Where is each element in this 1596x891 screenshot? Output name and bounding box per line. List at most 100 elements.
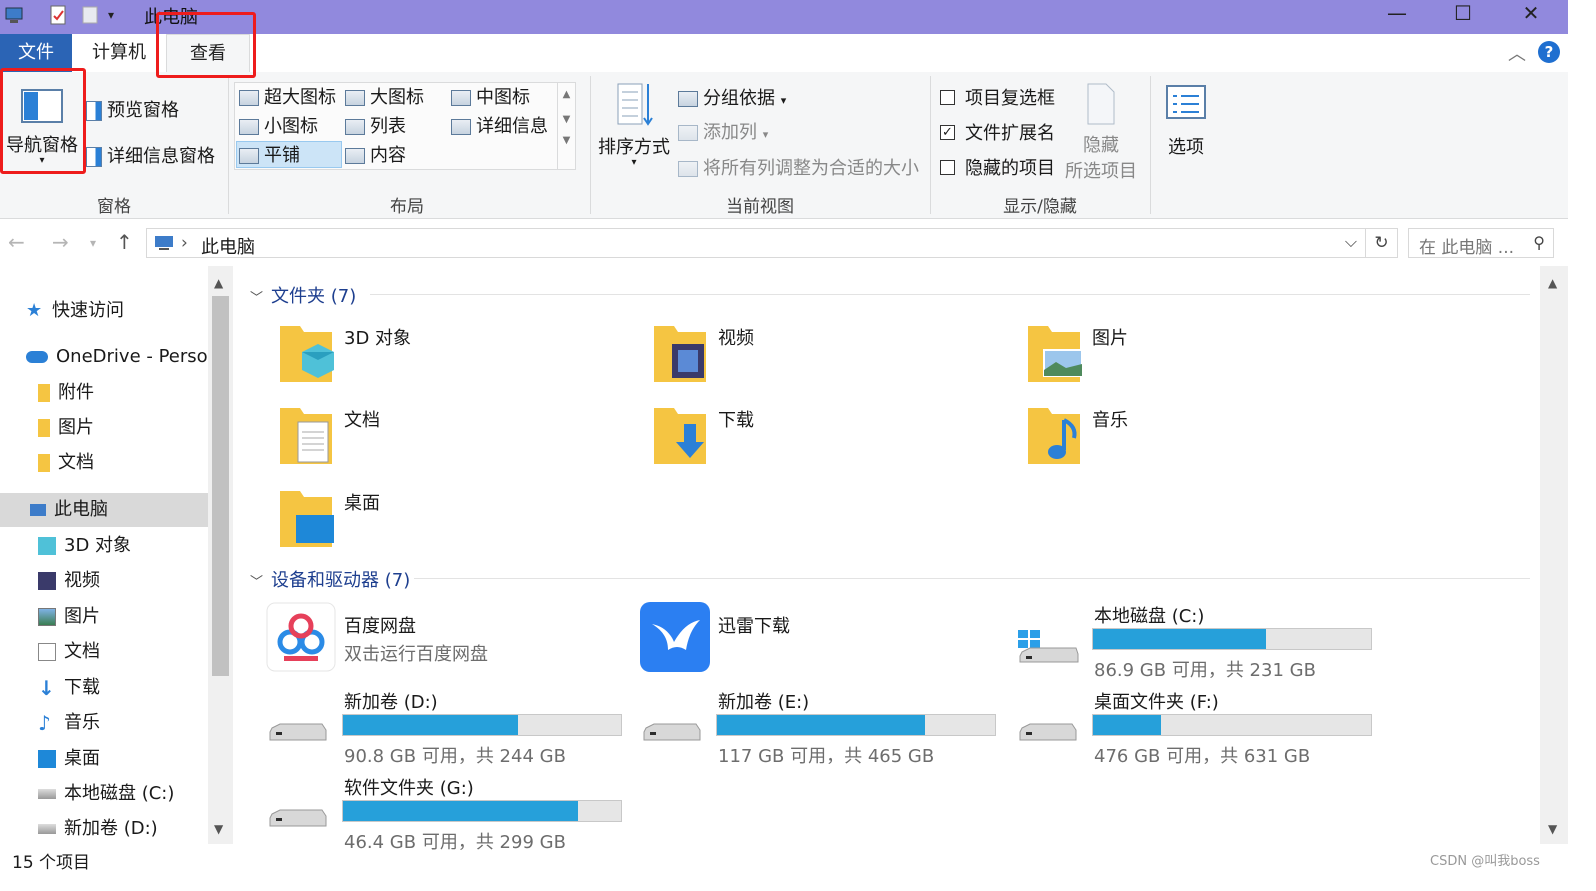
list-icon — [345, 119, 365, 135]
size-all-columns-button[interactable]: 将所有列调整为合适的大小 — [678, 154, 919, 180]
app-xunlei[interactable]: 迅雷下载 — [640, 602, 1000, 682]
drive-c[interactable]: 本地磁盘 (C:) 86.9 GB 可用，共 231 GB — [1016, 602, 1376, 682]
folder-videos[interactable]: 视频 — [650, 322, 1010, 402]
close-button[interactable]: ✕ — [1508, 0, 1554, 28]
sidebar-scroll-thumb[interactable] — [212, 296, 229, 676]
scroll-down-icon[interactable]: ▼ — [1548, 822, 1557, 836]
documents-folder-icon — [280, 408, 332, 464]
folder-downloads[interactable]: 下载 — [650, 404, 1010, 484]
app-baidu-netdisk[interactable]: 百度网盘 双击运行百度网盘 — [266, 602, 626, 682]
folders-section-header[interactable]: ﹀ 文件夹 (7) — [250, 282, 356, 308]
details-pane-button[interactable]: 详细信息窗格 — [86, 142, 215, 168]
layout-large-icons[interactable]: 大图标 — [343, 84, 424, 111]
gallery-more-icon[interactable]: ▼ — [558, 135, 575, 146]
layout-medium-icons[interactable]: 中图标 — [449, 84, 530, 111]
sidebar-scrollbar[interactable]: ▲ ▼ — [208, 266, 233, 844]
scroll-up-icon[interactable]: ▲ — [1548, 276, 1557, 290]
file-extensions-checkbox[interactable]: ✓ — [940, 124, 955, 140]
maximize-button[interactable]: ☐ — [1440, 0, 1486, 28]
drive-f[interactable]: 桌面文件夹 (F:) 476 GB 可用，共 631 GB — [1016, 688, 1376, 768]
back-icon[interactable]: ← — [8, 230, 25, 254]
layout-details[interactable]: 详细信息 — [449, 113, 548, 140]
layout-content[interactable]: 内容 — [343, 142, 406, 169]
preview-pane-button[interactable]: 预览窗格 — [86, 96, 179, 122]
drive-e[interactable]: 新加卷 (E:) 117 GB 可用，共 465 GB — [640, 688, 1000, 768]
cloud-icon — [26, 351, 48, 363]
sidebar-item-videos[interactable]: 视频 — [38, 564, 100, 598]
address-dropdown-icon[interactable]: ⌵ — [1345, 232, 1357, 252]
gallery-down-icon[interactable]: ▼ — [558, 114, 575, 125]
sidebar-item-attachments[interactable]: 附件 — [38, 376, 94, 410]
folder-documents[interactable]: 文档 — [276, 404, 636, 484]
folder-music[interactable]: 音乐 — [1024, 404, 1384, 484]
tab-computer[interactable]: 计算机 — [72, 34, 166, 72]
collapse-ribbon-icon[interactable]: ︿ — [1508, 40, 1526, 66]
sidebar-item-onedrive-documents[interactable]: 文档 — [38, 446, 94, 480]
add-columns-button[interactable]: 添加列 ▾ — [678, 118, 768, 144]
group-by-button[interactable]: 分组依据 ▾ — [678, 84, 786, 110]
breadcrumb-chevron-icon[interactable]: › — [181, 233, 188, 253]
sidebar-item-onedrive-pictures[interactable]: 图片 — [38, 411, 94, 445]
sidebar-item-documents[interactable]: 文档 — [38, 635, 100, 669]
address-path[interactable]: 此电脑 — [201, 233, 255, 259]
properties-icon[interactable] — [48, 4, 68, 26]
drive-g[interactable]: 软件文件夹 (G:) 46.4 GB 可用，共 299 GB — [266, 774, 626, 854]
collapse-chevron-icon[interactable]: ﹀ — [250, 575, 263, 590]
folder-icon — [38, 454, 50, 472]
hidden-items-option[interactable]: 隐藏的项目 — [940, 154, 1055, 180]
sort-by-button[interactable]: 排序方式 ▾ — [596, 80, 672, 168]
collapse-chevron-icon[interactable]: ﹀ — [250, 291, 263, 306]
item-checkboxes-checkbox[interactable] — [940, 89, 955, 105]
sidebar-item-label: 快速访问 — [52, 300, 124, 321]
sidebar-item-local-disk-c[interactable]: 本地磁盘 (C:) — [38, 777, 174, 811]
item-checkboxes-option[interactable]: 项目复选框 — [940, 84, 1055, 110]
drive-icon — [38, 789, 56, 799]
file-extensions-option[interactable]: ✓ 文件扩展名 — [940, 119, 1055, 145]
content-scrollbar[interactable]: ▲ ▼ — [1540, 266, 1568, 844]
minimize-button[interactable]: — — [1374, 0, 1420, 28]
search-input[interactable]: 在 此电脑 ... ⚲ — [1408, 228, 1554, 258]
address-bar[interactable]: › 此电脑 ⌵ ↻ — [146, 228, 1398, 258]
search-icon[interactable]: ⚲ — [1533, 233, 1545, 252]
hide-selected-items-button[interactable]: 隐藏 所选项目 — [1064, 82, 1138, 183]
new-folder-icon[interactable] — [80, 4, 100, 26]
scroll-up-icon[interactable]: ▲ — [214, 276, 223, 290]
sidebar-item-3d-objects[interactable]: 3D 对象 — [38, 529, 131, 563]
layout-extra-large-icons[interactable]: 超大图标 — [237, 84, 336, 111]
sidebar-item-desktop[interactable]: 桌面 — [38, 742, 100, 776]
sidebar-item-music[interactable]: ♪ 音乐 — [38, 706, 100, 740]
hidden-items-checkbox[interactable] — [940, 159, 955, 175]
up-icon[interactable]: ↑ — [116, 230, 133, 254]
sidebar-item-volume-d[interactable]: 新加卷 (D:) — [38, 812, 158, 846]
sidebar-item-label: 图片 — [64, 606, 100, 627]
drive-name: 本地磁盘 (C:) — [1094, 606, 1205, 627]
this-pc-icon — [155, 236, 173, 250]
recent-locations-icon[interactable]: ▾ — [90, 236, 96, 250]
gallery-up-icon[interactable]: ▲ — [558, 89, 575, 100]
sidebar-item-label: 视频 — [64, 570, 100, 591]
scroll-down-icon[interactable]: ▼ — [214, 822, 223, 836]
drive-d[interactable]: 新加卷 (D:) 90.8 GB 可用，共 244 GB — [266, 688, 626, 768]
refresh-icon[interactable]: ↻ — [1365, 229, 1397, 257]
layout-gallery-scroll[interactable]: ▲ ▼ ▼ — [557, 83, 575, 169]
options-button[interactable]: 选项 — [1160, 84, 1212, 159]
sidebar-item-quick-access[interactable]: ★ 快速访问 — [26, 294, 124, 328]
sidebar-item-this-pc[interactable]: 此电脑 — [0, 493, 208, 527]
sidebar-item-downloads[interactable]: ↓ 下载 — [38, 671, 100, 705]
layout-list[interactable]: 列表 — [343, 113, 406, 140]
sidebar-item-onedrive[interactable]: OneDrive - Person — [26, 340, 219, 374]
xunlei-bird-icon — [640, 602, 710, 672]
layout-small-icons[interactable]: 小图标 — [237, 113, 318, 140]
tab-file[interactable]: 文件 — [0, 34, 72, 72]
computer-icon[interactable] — [4, 4, 24, 26]
devices-section-header[interactable]: ﹀ 设备和驱动器 (7) — [250, 566, 410, 592]
folder-3d-objects[interactable]: 3D 对象 — [276, 322, 636, 402]
help-icon[interactable]: ? — [1538, 41, 1560, 63]
forward-icon[interactable]: → — [52, 230, 69, 254]
layout-tiles[interactable]: 平铺 — [236, 141, 342, 168]
sidebar-item-pictures[interactable]: 图片 — [38, 600, 100, 634]
folder-desktop[interactable]: 桌面 — [276, 487, 636, 567]
group-separator — [590, 76, 591, 214]
customize-quick-access-icon[interactable]: ▾ — [108, 8, 128, 30]
folder-pictures[interactable]: 图片 — [1024, 322, 1384, 402]
